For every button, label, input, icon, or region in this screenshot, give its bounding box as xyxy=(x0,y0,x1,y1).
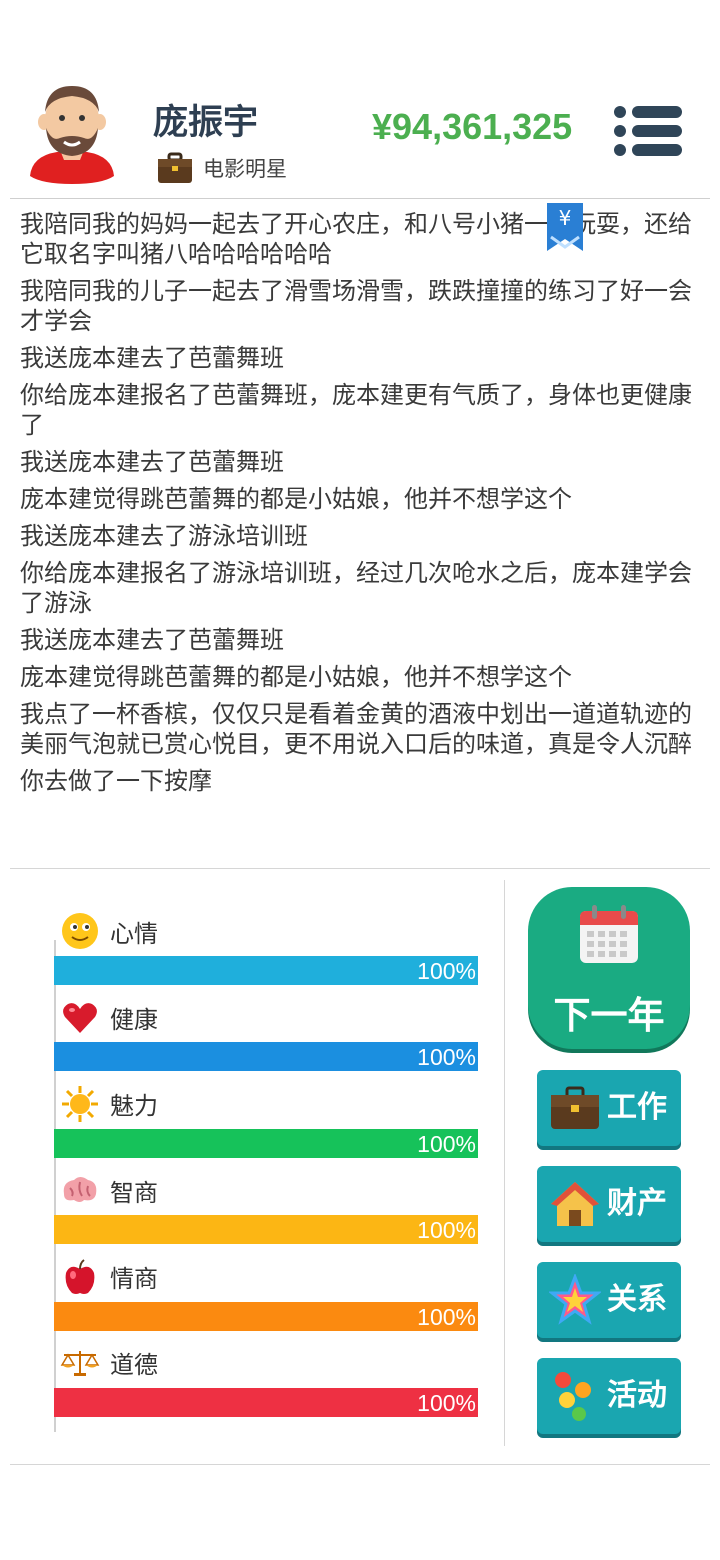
stat-charm: 魅力 100% xyxy=(54,1078,478,1164)
log-entry: 你去做了一下按摩 xyxy=(20,767,212,795)
bottom-divider xyxy=(10,1464,710,1465)
log-entry: 我陪同我的妈妈一起去了开心农庄，和八号小猪一起玩耍，还给它取名字叫猪八哈哈哈哈哈… xyxy=(20,210,692,268)
stat-label: 道德 xyxy=(110,1351,158,1380)
section-divider xyxy=(10,868,710,869)
stat-health: 健康 100% xyxy=(54,991,478,1077)
briefcase-icon xyxy=(551,1086,599,1129)
stat-bar: 100% xyxy=(54,1387,478,1417)
stat-value: 100% xyxy=(417,958,476,984)
bookmark-glyph: ¥ xyxy=(559,206,572,230)
property-label: 财产 xyxy=(607,1186,667,1221)
stat-bar-fill xyxy=(54,956,478,985)
stat-bar: 100% xyxy=(54,956,478,985)
stat-label: 魅力 xyxy=(110,1092,158,1121)
log-entry: 庞本建觉得跳芭蕾舞的都是小姑娘，他并不想学这个 xyxy=(20,663,572,691)
stat-bar-fill xyxy=(54,1387,478,1417)
relations-label: 关系 xyxy=(607,1282,667,1317)
stat-label: 心情 xyxy=(110,919,158,948)
stat-bar-fill xyxy=(54,1128,478,1158)
relations-button[interactable]: 关系 xyxy=(537,1262,681,1338)
activity-dots-icon xyxy=(555,1372,591,1421)
job-label: 电影明星 xyxy=(203,157,287,181)
stat-label: 健康 xyxy=(110,1005,158,1034)
player-name: 庞振宇 xyxy=(153,103,259,143)
event-log: 我陪同我的妈妈一起去了开心农庄，和八号小猪一起玩耍，还给它取名字叫猪八哈哈哈哈哈… xyxy=(20,209,692,803)
stat-bar: 100% xyxy=(54,1301,478,1331)
work-button[interactable]: 工作 xyxy=(537,1070,681,1146)
calendar-icon xyxy=(580,905,638,963)
briefcase-icon xyxy=(158,152,192,183)
star-icon xyxy=(549,1274,601,1325)
log-entry: 我点了一杯香槟，仅仅只是看着金黄的酒液中划出一道道轨迹的美丽气泡就已赏心悦目，更… xyxy=(20,700,692,758)
stat-value: 100% xyxy=(417,1217,476,1244)
scales-icon xyxy=(60,1350,100,1376)
log-entry: 我送庞本建去了游泳培训班 xyxy=(20,522,308,550)
stat-label: 情商 xyxy=(110,1265,158,1294)
stat-bar-fill xyxy=(54,1215,478,1245)
next-year-button[interactable]: 下一年 xyxy=(528,887,690,1049)
sun-icon xyxy=(62,1085,98,1122)
brain-icon xyxy=(63,1177,97,1203)
log-entry: 庞本建觉得跳芭蕾舞的都是小姑娘，他并不想学这个 xyxy=(20,485,572,513)
header: 庞振宇 电影明星 ¥94,361,325 xyxy=(0,0,720,200)
work-label: 工作 xyxy=(607,1090,667,1125)
menu-icon[interactable] xyxy=(612,104,684,158)
apple-icon xyxy=(65,1258,95,1294)
smiley-icon xyxy=(62,913,98,949)
stat-bar: 100% xyxy=(54,1042,478,1072)
log-entry: 我送庞本建去了芭蕾舞班 xyxy=(20,626,284,654)
stat-bar: 100% xyxy=(54,1128,478,1158)
log-entry: 我陪同我的儿子一起去了滑雪场滑雪，跌跌撞撞的练习了好一会才学会 xyxy=(20,277,692,335)
log-entry: 你给庞本建报名了芭蕾舞班，庞本建更有气质了，身体也更健康了 xyxy=(20,381,692,439)
stat-eq: 情商 100% xyxy=(54,1251,478,1337)
property-button[interactable]: 财产 xyxy=(537,1166,681,1242)
stat-value: 100% xyxy=(417,1044,476,1071)
money-bookmark-icon[interactable]: ¥ xyxy=(547,203,583,251)
stat-iq: 智商 100% xyxy=(54,1164,478,1250)
activities-button[interactable]: 活动 xyxy=(537,1358,681,1434)
header-divider xyxy=(10,198,710,199)
log-entry: 我送庞本建去了芭蕾舞班 xyxy=(20,344,284,372)
stat-bar-fill xyxy=(54,1301,478,1331)
stats-panel: 心情 100% 健康 100% 魅力 100% 智商 100% 情商 100% … xyxy=(54,905,478,1423)
heart-icon xyxy=(63,1003,97,1034)
log-entry: 你给庞本建报名了游泳培训班，经过几次呛水之后，庞本建学会了游泳 xyxy=(20,559,692,617)
stat-mood: 心情 100% xyxy=(54,905,478,991)
stat-label: 智商 xyxy=(110,1178,158,1207)
stat-morality: 道德 100% xyxy=(54,1337,478,1423)
job-row: 电影明星 xyxy=(157,152,287,184)
stat-value: 100% xyxy=(417,1389,476,1416)
avatar[interactable] xyxy=(22,76,122,186)
stat-bar-fill xyxy=(54,1042,478,1072)
money-display: ¥94,361,325 xyxy=(372,106,573,147)
house-icon xyxy=(551,1182,599,1226)
stat-value: 100% xyxy=(417,1303,476,1330)
stat-bar: 100% xyxy=(54,1215,478,1245)
log-entry: 我送庞本建去了芭蕾舞班 xyxy=(20,448,284,476)
next-year-label: 下一年 xyxy=(553,994,665,1037)
activities-label: 活动 xyxy=(607,1378,667,1413)
stat-value: 100% xyxy=(417,1130,476,1157)
vertical-divider xyxy=(504,880,505,1446)
